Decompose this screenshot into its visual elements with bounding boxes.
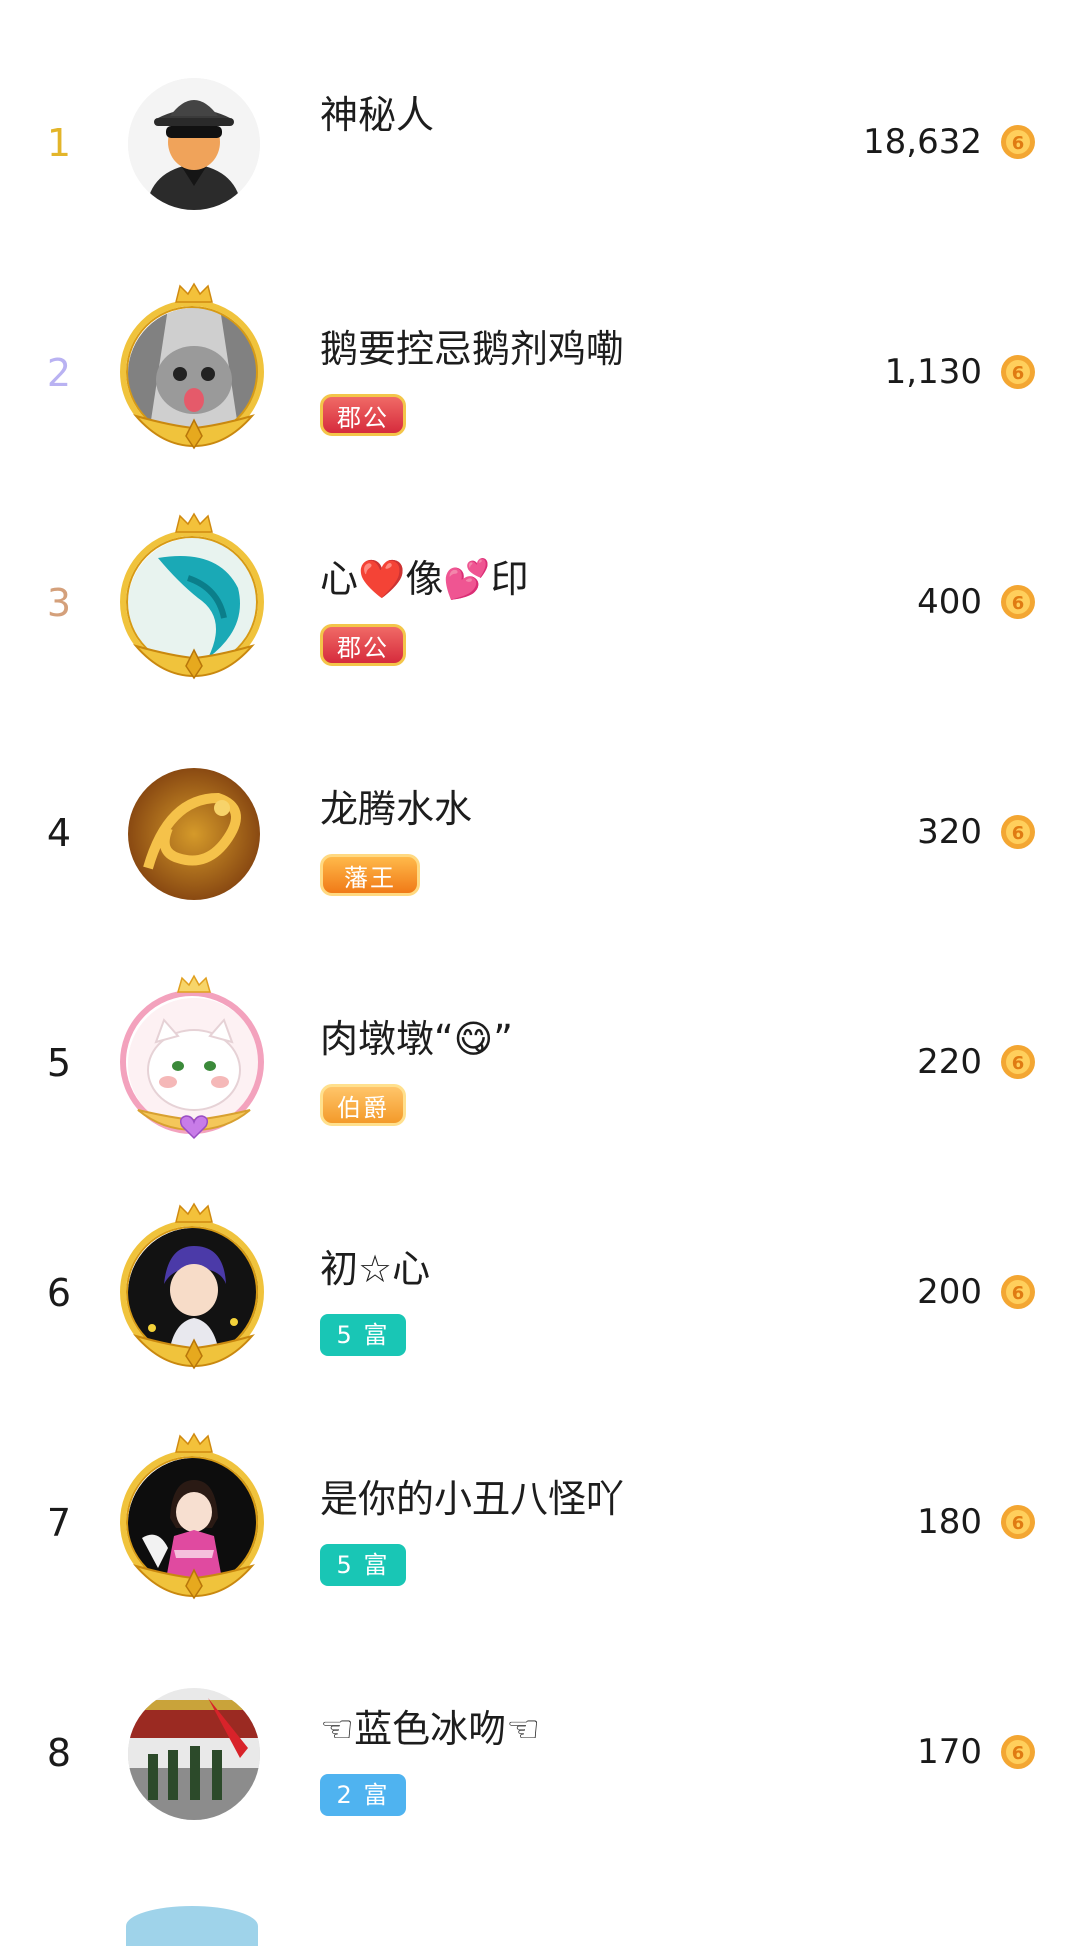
- user-name: 心❤️像💕印: [320, 557, 529, 601]
- svg-text:6: 6: [1012, 593, 1025, 614]
- crown-icon: [175, 1202, 213, 1223]
- score-value: 180: [917, 1502, 982, 1542]
- leaderboard-row[interactable]: 1 神秘人 18,632 6: [0, 28, 1080, 258]
- crown-icon: [175, 512, 213, 533]
- coin-icon: 6: [1001, 815, 1035, 849]
- wings-decoration-icon: [133, 1564, 255, 1600]
- rank-title-badge: 藩王: [320, 854, 420, 896]
- avatar[interactable]: [118, 1432, 270, 1600]
- user-name: 鹅要控忌鹅剂鸡嘞: [320, 327, 625, 371]
- user-name: 初☆心: [320, 1247, 431, 1291]
- wealth-level-badge: 2 富: [320, 1774, 406, 1816]
- score-value: 170: [917, 1732, 982, 1772]
- crown-icon: [175, 1432, 213, 1453]
- mystery-person-icon: [128, 78, 260, 210]
- coin-icon: 6: [1001, 1275, 1035, 1309]
- coin-icon: 6: [1001, 355, 1035, 389]
- heart-gem-decoration-icon: [137, 1109, 251, 1140]
- golden-dragon-avatar: [128, 768, 260, 900]
- rank-title-badge: 郡公: [320, 624, 406, 666]
- leaderboard-row[interactable]: 3 心❤️像💕印 郡公 400 6: [0, 488, 1080, 718]
- rank-number: 5: [46, 1041, 72, 1085]
- svg-text:6: 6: [1012, 133, 1025, 154]
- rank-title-badge: 郡公: [320, 394, 406, 436]
- wings-decoration-icon: [133, 644, 255, 680]
- user-name: 肉墩墩“😋”: [320, 1017, 513, 1061]
- svg-text:6: 6: [1012, 1053, 1025, 1074]
- rank-number: 1: [46, 121, 72, 165]
- user-name: 神秘人: [320, 93, 435, 137]
- honor-guard-avatar: [128, 1688, 260, 1820]
- rank-number: 7: [46, 1501, 72, 1545]
- coin-icon: 6: [1001, 1045, 1035, 1079]
- score-value: 320: [917, 812, 982, 852]
- avatar[interactable]: [118, 1202, 270, 1370]
- avatar[interactable]: [118, 758, 270, 910]
- svg-text:6: 6: [1012, 363, 1025, 384]
- svg-text:6: 6: [1012, 823, 1025, 844]
- rank-number: 8: [46, 1731, 72, 1775]
- svg-text:6: 6: [1012, 1283, 1025, 1304]
- avatar[interactable]: [118, 512, 270, 680]
- user-name: 是你的小丑八怪吖: [320, 1477, 625, 1521]
- score-value: 400: [917, 582, 982, 622]
- mystery-user-avatar: [128, 78, 260, 210]
- avatar[interactable]: [118, 974, 270, 1140]
- score-value: 200: [917, 1272, 982, 1312]
- rank-number: 3: [46, 581, 72, 625]
- rank-number: 2: [46, 351, 72, 395]
- wings-decoration-icon: [133, 1334, 255, 1370]
- user-name: 龙腾水水: [320, 787, 473, 831]
- user-name: ☜蓝色冰吻☜: [320, 1707, 541, 1751]
- leaderboard-row[interactable]: 8 ☜蓝色冰吻☜ 2 富 170 6: [0, 1638, 1080, 1868]
- avatar[interactable]: [118, 68, 270, 220]
- svg-text:6: 6: [1012, 1743, 1025, 1764]
- coin-icon: 6: [1001, 125, 1035, 159]
- leaderboard-row[interactable]: 4 龙腾水水 藩王 320 6: [0, 718, 1080, 948]
- coin-icon: 6: [1001, 1505, 1035, 1539]
- svg-text:6: 6: [1012, 1513, 1025, 1534]
- leaderboard-row[interactable]: 7 是你的小丑八怪吖 5 富 180 6: [0, 1408, 1080, 1638]
- next-row-avatar[interactable]: [126, 1906, 258, 1946]
- rank-title-badge: 伯爵: [320, 1084, 406, 1126]
- crown-icon: [177, 974, 211, 993]
- rank-number: 6: [46, 1271, 72, 1315]
- leaderboard-row[interactable]: 2 鹅要控忌鹅剂鸡嘞 郡公 1,130 6: [0, 258, 1080, 488]
- leaderboard-list: 1 神秘人 18,632 6 2 鹅要控忌鹅剂鸡嘞 郡公 1,130 6 3 心…: [0, 0, 1080, 1946]
- wealth-level-badge: 5 富: [320, 1544, 406, 1586]
- avatar[interactable]: [118, 1678, 270, 1830]
- score-value: 18,632: [863, 122, 982, 162]
- coin-icon: 6: [1001, 585, 1035, 619]
- score-value: 1,130: [884, 352, 982, 392]
- coin-icon: 6: [1001, 1735, 1035, 1769]
- crown-icon: [175, 282, 213, 303]
- wealth-level-badge: 5 富: [320, 1314, 406, 1356]
- avatar[interactable]: [118, 282, 270, 450]
- leaderboard-row[interactable]: 5 肉墩墩“😋” 伯爵 220 6: [0, 948, 1080, 1178]
- rank-number: 4: [46, 811, 72, 855]
- wings-decoration-icon: [133, 414, 255, 450]
- score-value: 220: [917, 1042, 982, 1082]
- leaderboard-row[interactable]: 6 初☆心 5 富 200 6: [0, 1178, 1080, 1408]
